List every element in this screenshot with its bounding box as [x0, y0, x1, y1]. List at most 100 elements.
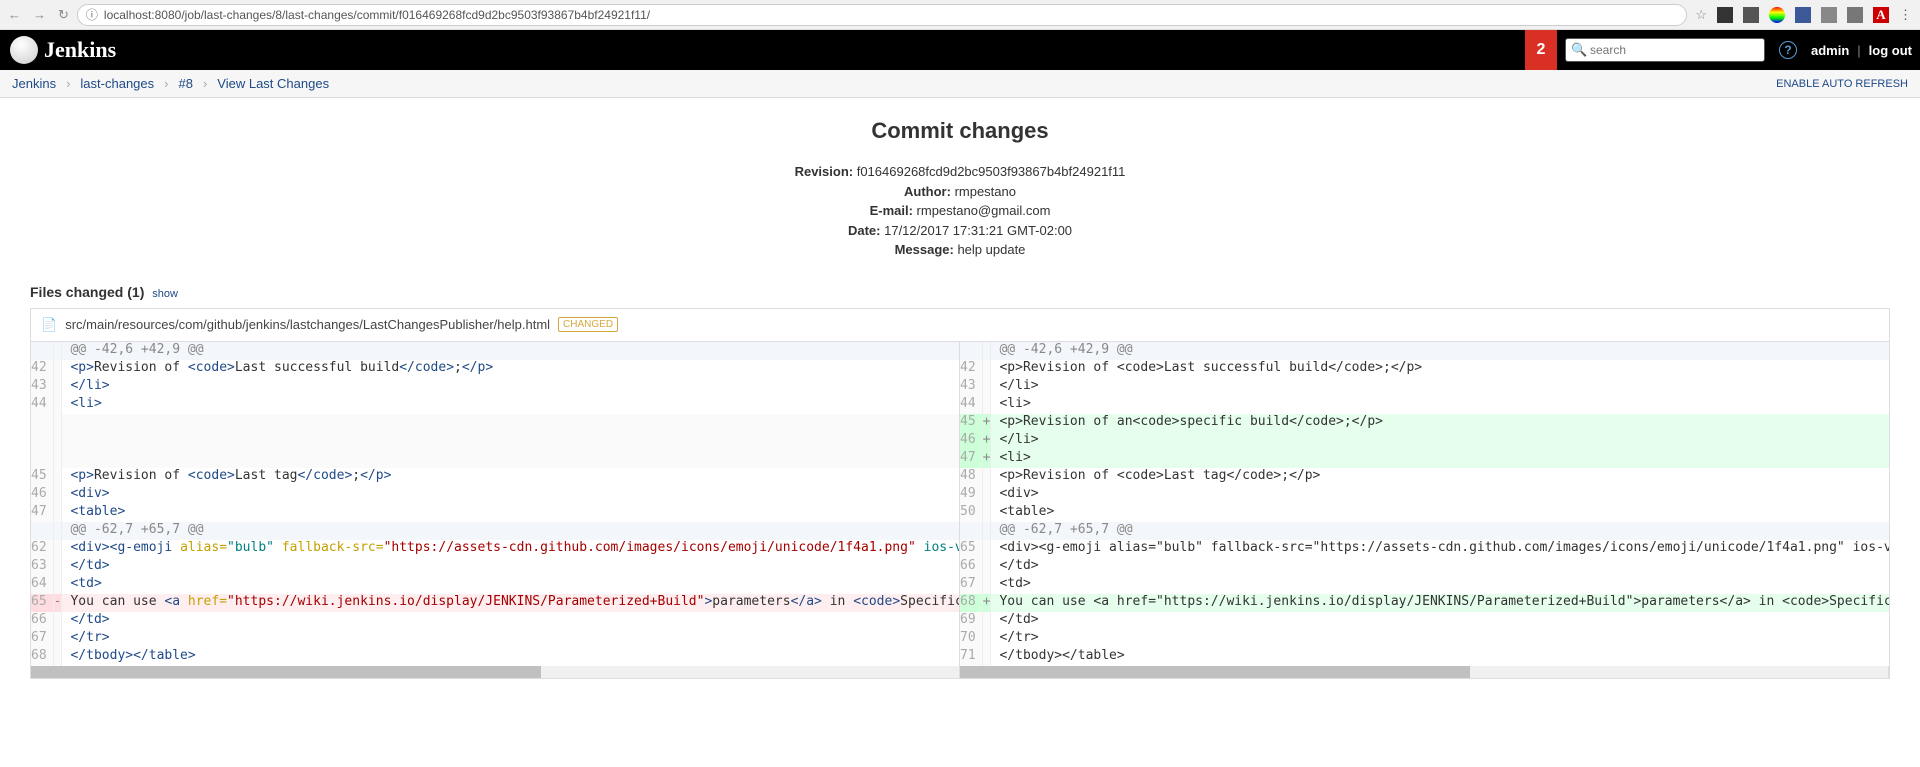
- files-changed-header: Files changed (1) show: [30, 284, 1890, 300]
- diff-line: 50 <table>: [960, 504, 1889, 522]
- chevron-right-icon: ›: [66, 76, 70, 91]
- auto-refresh-link[interactable]: ENABLE AUTO REFRESH: [1776, 78, 1908, 90]
- forward-icon[interactable]: →: [33, 7, 46, 22]
- diff-line: 42 <p>Revision of <code>Last successful …: [31, 360, 960, 378]
- author-value: rmpestano: [955, 184, 1016, 199]
- ext-icon-4[interactable]: [1795, 7, 1811, 23]
- author-label: Author:: [904, 184, 951, 199]
- back-icon[interactable]: ←: [8, 7, 21, 22]
- diff-left[interactable]: @@ -42,6 +42,9 @@42 <p>Revision of <code…: [31, 342, 960, 666]
- diff-line: 68 </tbody></table>: [31, 648, 960, 666]
- jenkins-logo-icon: [10, 36, 38, 64]
- menu-icon[interactable]: ⋮: [1899, 7, 1912, 23]
- main-content: Commit changes Revision: f016469268fcd9d…: [0, 98, 1920, 699]
- diff-line: 46+ </li>: [960, 432, 1889, 450]
- message-value: help update: [957, 242, 1025, 257]
- diff-line: 66 </td>: [960, 558, 1889, 576]
- logout-link[interactable]: log out: [1861, 43, 1920, 58]
- revision-value: f016469268fcd9d2bc9503f93867b4bf24921f11: [857, 164, 1126, 179]
- chevron-right-icon: ›: [203, 76, 207, 91]
- breadcrumb-build[interactable]: #8: [178, 76, 192, 91]
- diff-line: 65 <div><g-emoji alias="bulb" fallback-s…: [960, 540, 1889, 558]
- ext-icon-2[interactable]: [1743, 7, 1759, 23]
- ext-icon-6[interactable]: [1847, 7, 1863, 23]
- diff-line: 48 <p>Revision of <code>Last tag</code>;…: [960, 468, 1889, 486]
- diff-line: [31, 450, 960, 468]
- breadcrumb-page[interactable]: View Last Changes: [217, 76, 329, 91]
- notification-badge[interactable]: 2: [1525, 30, 1557, 70]
- diff-line: 42 <p>Revision of <code>Last successful …: [960, 360, 1889, 378]
- date-value: 17/12/2017 17:31:21 GMT-02:00: [884, 223, 1072, 238]
- jenkins-logo-text: Jenkins: [44, 37, 116, 63]
- hunk-header: @@ -42,6 +42,9 @@: [31, 342, 960, 360]
- chevron-right-icon: ›: [164, 76, 168, 91]
- date-label: Date:: [848, 223, 881, 238]
- breadcrumb-jenkins[interactable]: Jenkins: [12, 76, 56, 91]
- diff-line: 43 </li>: [31, 378, 960, 396]
- show-link[interactable]: show: [152, 288, 178, 300]
- diff-line: 49 <div>: [960, 486, 1889, 504]
- revision-label: Revision:: [795, 164, 854, 179]
- browser-extensions: A ⋮: [1717, 7, 1912, 23]
- ext-icon-7[interactable]: A: [1873, 7, 1889, 23]
- diff-line: 65- You can use <a href="https://wiki.je…: [31, 594, 960, 612]
- hunk-header: @@ -62,7 +65,7 @@: [31, 522, 960, 540]
- message-label: Message:: [895, 242, 954, 257]
- search-icon: 🔍: [1571, 42, 1587, 58]
- diff-line: 68+ You can use <a href="https://wiki.je…: [960, 594, 1889, 612]
- horizontal-scrollbar[interactable]: [31, 666, 1889, 678]
- diff-line: 64 <td>: [31, 576, 960, 594]
- diff-line: 47 <table>: [31, 504, 960, 522]
- diff-line: 66 </td>: [31, 612, 960, 630]
- changed-badge: CHANGED: [558, 317, 618, 332]
- star-icon[interactable]: ☆: [1695, 7, 1707, 23]
- files-changed-title: Files changed (1): [30, 284, 144, 300]
- url-text: localhost:8080/job/last-changes/8/last-c…: [104, 8, 650, 22]
- breadcrumb-job[interactable]: last-changes: [80, 76, 154, 91]
- jenkins-header: Jenkins 2 🔍 ? admin | log out: [0, 30, 1920, 70]
- url-bar[interactable]: ⓘ localhost:8080/job/last-changes/8/last…: [77, 4, 1687, 26]
- search-input[interactable]: [1565, 38, 1765, 62]
- help-icon[interactable]: ?: [1779, 41, 1797, 59]
- diff-line: 67 </tr>: [31, 630, 960, 648]
- ext-icon-5[interactable]: [1821, 7, 1837, 23]
- diff-line: 62 <div><g-emoji alias="bulb" fallback-s…: [31, 540, 960, 558]
- email-label: E-mail:: [870, 203, 913, 218]
- file-path: src/main/resources/com/github/jenkins/la…: [65, 317, 550, 332]
- diff-line: 46 <div>: [31, 486, 960, 504]
- ext-icon-3[interactable]: [1769, 7, 1785, 23]
- user-link[interactable]: admin: [1803, 43, 1857, 58]
- breadcrumb-bar: Jenkins › last-changes › #8 › View Last …: [0, 70, 1920, 98]
- diff-line: 63 </td>: [31, 558, 960, 576]
- ext-icon-1[interactable]: [1717, 7, 1733, 23]
- info-icon[interactable]: ⓘ: [86, 6, 98, 23]
- diff-line: 71 </tbody></table>: [960, 648, 1889, 666]
- diff-container: @@ -42,6 +42,9 @@42 <p>Revision of <code…: [31, 342, 1889, 666]
- email-value: rmpestano@gmail.com: [917, 203, 1051, 218]
- file-icon: 📄: [41, 317, 57, 333]
- diff-line: 43 </li>: [960, 378, 1889, 396]
- diff-line: 47+ <li>: [960, 450, 1889, 468]
- jenkins-logo[interactable]: Jenkins: [0, 36, 126, 64]
- hunk-header: @@ -62,7 +65,7 @@: [960, 522, 1889, 540]
- file-header[interactable]: 📄 src/main/resources/com/github/jenkins/…: [31, 309, 1889, 342]
- file-box: 📄 src/main/resources/com/github/jenkins/…: [30, 308, 1890, 679]
- diff-line: 67 <td>: [960, 576, 1889, 594]
- diff-line: 69 </td>: [960, 612, 1889, 630]
- scrollbar-thumb-left[interactable]: [31, 666, 541, 678]
- browser-nav: ← → ↻: [8, 7, 69, 23]
- diff-line: 45+ <p>Revision of an<code>specific buil…: [960, 414, 1889, 432]
- hunk-header: @@ -42,6 +42,9 @@: [960, 342, 1889, 360]
- scrollbar-thumb-right[interactable]: [960, 666, 1470, 678]
- diff-line: 70 </tr>: [960, 630, 1889, 648]
- diff-line: 44 <li>: [31, 396, 960, 414]
- page-title: Commit changes: [30, 118, 1890, 144]
- browser-bar: ← → ↻ ⓘ localhost:8080/job/last-changes/…: [0, 0, 1920, 30]
- commit-meta: Revision: f016469268fcd9d2bc9503f93867b4…: [30, 162, 1890, 260]
- reload-icon[interactable]: ↻: [58, 7, 69, 23]
- search-box: 🔍: [1565, 38, 1765, 62]
- diff-right[interactable]: @@ -42,6 +42,9 @@42 <p>Revision of <code…: [960, 342, 1889, 666]
- diff-line: 44 <li>: [960, 396, 1889, 414]
- diff-line: [31, 432, 960, 450]
- diff-line: 45 <p>Revision of <code>Last tag</code>;…: [31, 468, 960, 486]
